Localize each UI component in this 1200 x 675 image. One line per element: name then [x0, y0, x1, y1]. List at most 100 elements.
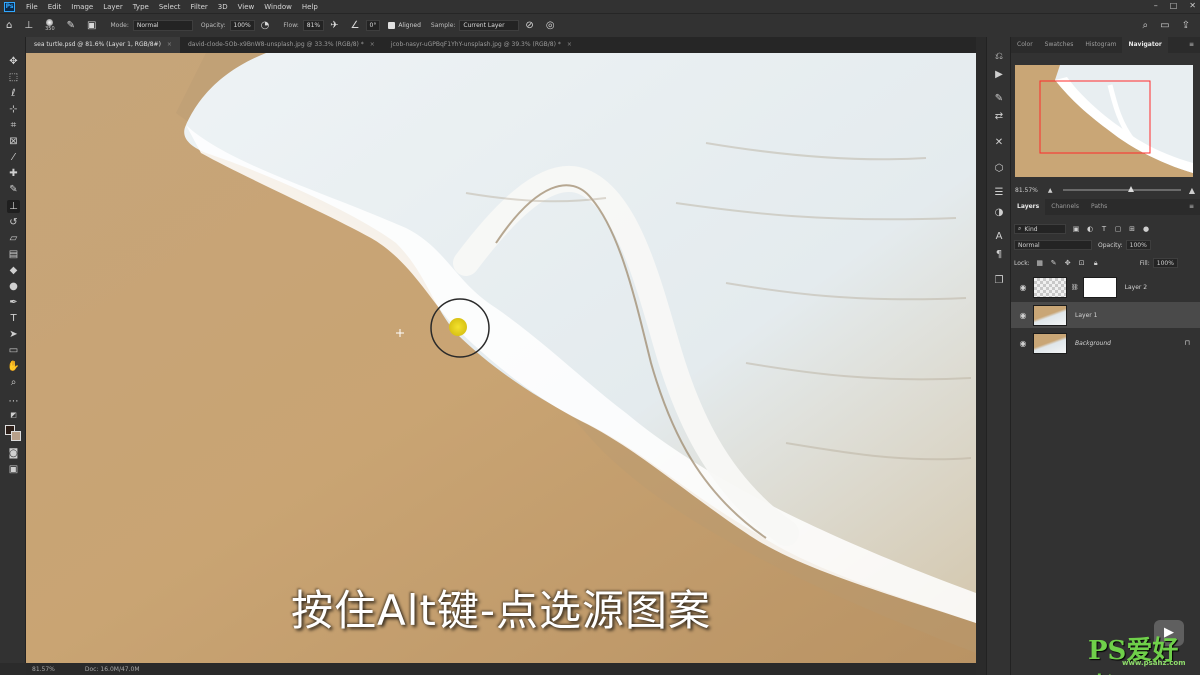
dodge-tool-icon[interactable]: ●: [7, 280, 20, 293]
menu-filter[interactable]: Filter: [185, 3, 212, 11]
sample-select[interactable]: Current Layer: [459, 20, 520, 31]
close-button[interactable]: ✕: [1189, 1, 1196, 10]
brush-settings-icon[interactable]: ✎: [67, 20, 75, 31]
layer-opacity-field[interactable]: 100%: [1125, 240, 1151, 250]
minimize-button[interactable]: –: [1154, 1, 1158, 10]
hand-tool-icon[interactable]: ✋: [7, 360, 20, 373]
fill-field[interactable]: 100%: [1152, 258, 1178, 268]
3d-cube-icon[interactable]: ⬡: [993, 163, 1005, 175]
opacity-field[interactable]: 100%: [229, 20, 255, 31]
eyedropper-tool-icon[interactable]: ⁄: [7, 151, 20, 164]
chain-icon[interactable]: ⛓: [1071, 284, 1079, 291]
close-tab-icon[interactable]: ×: [370, 41, 375, 48]
properties-icon[interactable]: ☰: [993, 187, 1005, 199]
document-canvas[interactable]: 按住Alt键-点选源图案: [26, 53, 976, 663]
filter-shape-icon[interactable]: ▢: [1114, 225, 1122, 233]
zoom-slider-knob[interactable]: [1128, 186, 1135, 192]
menu-type[interactable]: Type: [128, 3, 154, 11]
history-icon[interactable]: ⎌: [993, 51, 1005, 63]
layers-menu-icon[interactable]: ≡: [1189, 199, 1194, 215]
tab-histogram[interactable]: Histogram: [1079, 37, 1122, 53]
menu-window[interactable]: Window: [259, 3, 297, 11]
home-icon[interactable]: ⌂: [6, 20, 12, 31]
tab-navigator[interactable]: Navigator: [1122, 37, 1168, 53]
filter-smart-object-icon[interactable]: ⊞: [1128, 225, 1136, 233]
tab-david-clode[interactable]: david-clode-5Ob-x9BnW8-unsplash.jpg @ 33…: [180, 37, 383, 53]
layer-row-layer-2[interactable]: ◉ ⛓ Layer 2: [1011, 274, 1200, 300]
ignore-adjustment-layers-icon[interactable]: ⊘: [525, 20, 533, 31]
lock-all-icon[interactable]: 🔒︎: [1092, 259, 1100, 267]
zoom-tool-icon[interactable]: ⌕: [7, 376, 20, 389]
menu-select[interactable]: Select: [154, 3, 186, 11]
tab-sea-turtle[interactable]: sea turtle.psd @ 81.6% (Layer 1, RGB/8#)…: [26, 37, 180, 53]
menu-3d[interactable]: 3D: [213, 3, 233, 11]
lock-position-icon[interactable]: ✥: [1064, 259, 1072, 267]
zoom-slider[interactable]: [1062, 186, 1181, 192]
eraser-tool-icon[interactable]: ▱: [7, 232, 20, 245]
navigator-preview[interactable]: [1015, 65, 1193, 177]
lock-pixels-icon[interactable]: ✎: [1050, 259, 1058, 267]
pen-tool-icon[interactable]: ✒: [7, 296, 20, 309]
brush-tool-icon[interactable]: ✎: [7, 183, 20, 196]
screen-mode-icon[interactable]: ▣: [7, 463, 20, 476]
menu-view[interactable]: View: [233, 3, 260, 11]
menu-layer[interactable]: Layer: [98, 3, 128, 11]
tab-layers[interactable]: Layers: [1011, 199, 1046, 215]
frame-tool-icon[interactable]: ⊠: [7, 135, 20, 148]
close-tab-icon[interactable]: ×: [567, 41, 572, 48]
lock-artboard-icon[interactable]: ⊡: [1078, 259, 1086, 267]
gradient-tool-icon[interactable]: ▤: [7, 248, 20, 261]
flow-field[interactable]: 81%: [302, 20, 325, 31]
tab-channels[interactable]: Channels: [1045, 199, 1085, 215]
workspace-icon[interactable]: ▭: [1160, 20, 1169, 31]
tab-paths[interactable]: Paths: [1085, 199, 1113, 215]
styles-icon[interactable]: ◑: [993, 207, 1005, 219]
menu-file[interactable]: File: [21, 3, 43, 11]
pressure-opacity-icon[interactable]: ◔: [261, 20, 270, 31]
tools-cross-icon[interactable]: ✕: [993, 137, 1005, 149]
crop-tool-icon[interactable]: ⌗: [7, 119, 20, 132]
zoom-out-icon[interactable]: ▲: [1048, 187, 1053, 194]
marquee-tool-icon[interactable]: ⬚: [7, 71, 20, 84]
filter-pixel-icon[interactable]: ▣: [1072, 225, 1080, 233]
history-brush-tool-icon[interactable]: ↺: [7, 216, 20, 229]
brush-settings-icon[interactable]: ✎: [993, 93, 1005, 105]
brush-preset-picker[interactable]: 350: [45, 19, 55, 32]
aligned-checkbox[interactable]: [388, 22, 396, 29]
blend-mode-select[interactable]: Normal: [1014, 240, 1092, 250]
adjustments-icon[interactable]: ⇄: [993, 111, 1005, 123]
layer-row-background[interactable]: ◉ Background ⊓: [1011, 330, 1200, 356]
menu-edit[interactable]: Edit: [43, 3, 67, 11]
actions-play-icon[interactable]: ▶: [993, 69, 1005, 81]
panel-menu-icon[interactable]: ≡: [1189, 37, 1194, 53]
mode-select[interactable]: Normal: [132, 20, 193, 31]
default-colors-icon[interactable]: ◩: [7, 409, 20, 422]
tab-color[interactable]: Color: [1011, 37, 1039, 53]
filter-type-icon[interactable]: T: [1100, 225, 1108, 233]
filter-toggle-icon[interactable]: ●: [1142, 225, 1150, 233]
search-icon[interactable]: ⌕: [1143, 20, 1149, 31]
visibility-eye-icon[interactable]: ◉: [1017, 283, 1029, 292]
share-icon[interactable]: ⇪: [1182, 20, 1190, 31]
clone-source-icon[interactable]: ▣: [87, 20, 96, 31]
filter-kind-select[interactable]: ⌕ Kind: [1014, 224, 1066, 234]
zoom-in-icon[interactable]: ▲: [1189, 186, 1195, 195]
background-color-swatch[interactable]: [11, 431, 21, 441]
navigator-zoom-value[interactable]: 81.57%: [1015, 187, 1038, 194]
tab-jcob-nasyr[interactable]: jcob-nasyr-uGPBqF1YhY-unsplash.jpg @ 39.…: [383, 37, 580, 53]
character-icon[interactable]: A: [993, 231, 1005, 243]
quick-selection-tool-icon[interactable]: ⊹: [7, 103, 20, 116]
filter-adjustment-icon[interactable]: ◐: [1086, 225, 1094, 233]
clone-stamp-tool-icon[interactable]: ⊥: [7, 200, 20, 213]
lasso-tool-icon[interactable]: ℓ: [7, 87, 20, 100]
angle-field[interactable]: 0°: [365, 20, 381, 31]
move-tool-icon[interactable]: ✥: [7, 55, 20, 68]
airbrush-icon[interactable]: ✈: [330, 20, 338, 31]
layer-mask-thumbnail[interactable]: [1082, 276, 1117, 298]
layers-icon[interactable]: ❐: [993, 275, 1005, 287]
more-tools-icon[interactable]: ⋯: [7, 395, 20, 408]
menu-image[interactable]: Image: [66, 3, 98, 11]
clone-stamp-tool-icon[interactable]: ⊥: [24, 20, 33, 31]
pressure-size-icon[interactable]: ◎: [546, 20, 555, 31]
quick-mask-icon[interactable]: ◙: [7, 447, 20, 460]
